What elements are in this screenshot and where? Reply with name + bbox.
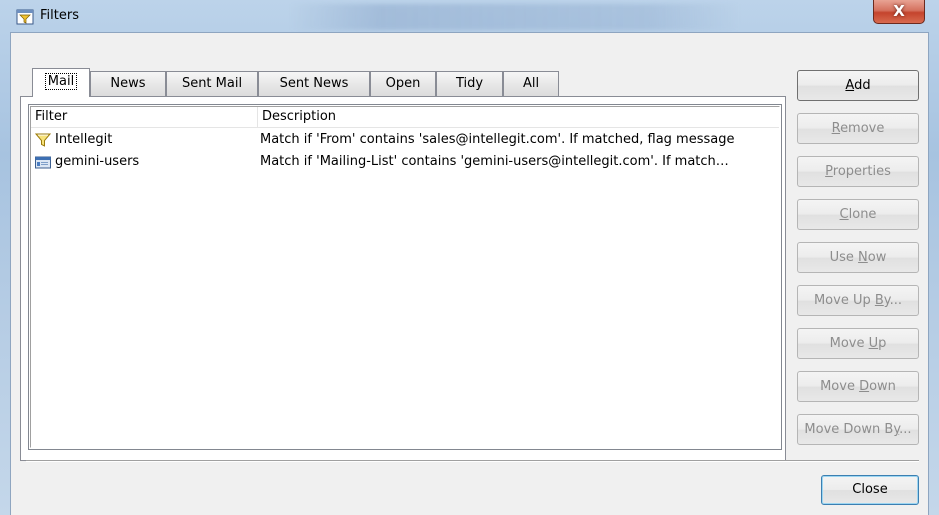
list-header: Filter Description (31, 107, 779, 128)
column-header-description[interactable]: Description (258, 107, 779, 127)
remove-button[interactable]: Remove (797, 113, 919, 144)
tab-label: Open (385, 76, 421, 91)
move-down-label-rest: own (869, 379, 896, 394)
tab-label: Tidy (455, 76, 484, 91)
add-accesskey: A (845, 78, 855, 93)
tab-news[interactable]: News (90, 71, 166, 96)
move-up-by-label-rest: y... (883, 293, 903, 308)
add-label-rest: dd (854, 78, 871, 93)
window-title: Filters (40, 8, 79, 23)
tab-all[interactable]: All (503, 71, 559, 96)
move-down-by-button[interactable]: Move Down By... (797, 414, 919, 445)
properties-label-rest: roperties (832, 164, 891, 179)
tab-label: Sent Mail (181, 76, 243, 91)
move-up-label: Move (829, 336, 869, 351)
close-button[interactable]: Close (821, 475, 919, 505)
tab-tidy[interactable]: Tidy (436, 71, 503, 96)
move-down-by-label: Move Down B (804, 422, 894, 437)
background-blur (290, 4, 740, 30)
move-down-button[interactable]: Move Down (797, 371, 919, 402)
mailing-list-icon (35, 156, 51, 169)
clone-button[interactable]: Clone (797, 199, 919, 230)
move-up-by-button[interactable]: Move Up By... (797, 285, 919, 316)
remove-label-rest: emove (840, 121, 885, 136)
properties-accesskey: P (825, 164, 833, 179)
title-bar[interactable]: Filters X (0, 0, 939, 32)
filter-name: Intellegit (55, 132, 113, 147)
tab-mail[interactable]: Mail (32, 68, 90, 97)
tab-label: Sent News (279, 76, 349, 91)
move-up-by-accesskey: B (874, 293, 884, 308)
properties-button[interactable]: Properties (797, 156, 919, 187)
filter-name: gemini-users (55, 154, 140, 169)
move-down-label: Move (820, 379, 860, 394)
tab-label: News (110, 76, 146, 91)
column-header-filter[interactable]: Filter (31, 107, 258, 127)
move-up-label-rest: p (878, 336, 887, 351)
tab-label: All (522, 76, 540, 91)
use-now-accesskey: N (858, 250, 868, 265)
move-down-by-label-rest: ... (899, 422, 912, 437)
tab-open[interactable]: Open (370, 71, 436, 96)
add-button[interactable]: Add (797, 70, 919, 101)
list-item[interactable]: Intellegit Match if 'From' contains 'sal… (31, 129, 779, 151)
use-now-button[interactable]: Use Now (797, 242, 919, 273)
clone-label-rest: lone (848, 207, 877, 222)
window-frame: Filters X Mail News Sent Mail Sent News … (0, 0, 939, 515)
clone-accesskey: C (839, 207, 849, 222)
tab-sent-mail[interactable]: Sent Mail (166, 71, 258, 96)
move-up-by-label: Move Up (813, 293, 875, 308)
move-up-button[interactable]: Move Up (797, 328, 919, 359)
use-now-label-rest: ow (867, 250, 887, 265)
filters-app-icon (16, 9, 34, 25)
tab-label: Mail (44, 73, 78, 90)
funnel-icon (35, 133, 51, 147)
window-close-button[interactable]: X (873, 0, 925, 24)
filter-list[interactable]: Filter Description Intellegit Match if '… (28, 104, 782, 450)
remove-accesskey: R (831, 121, 841, 136)
move-up-accesskey: U (868, 336, 879, 351)
move-down-accesskey: D (859, 379, 870, 394)
use-now-label: Use (829, 250, 859, 265)
list-item[interactable]: gemini-users Match if 'Mailing-List' con… (31, 151, 779, 173)
footer-divider (26, 460, 919, 462)
filter-description: Match if 'Mailing-List' contains 'gemini… (260, 154, 729, 169)
tab-sent-news[interactable]: Sent News (258, 71, 370, 96)
filter-description: Match if 'From' contains 'sales@intelleg… (260, 132, 735, 147)
